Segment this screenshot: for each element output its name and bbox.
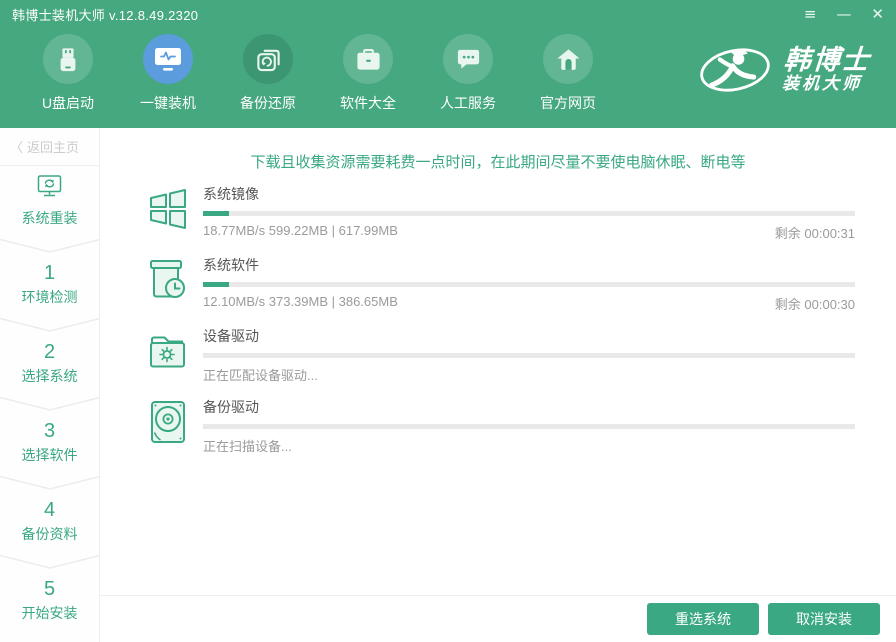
nav-label: U盘启动 xyxy=(42,93,94,113)
nav-item-human-support[interactable]: 人工服务 xyxy=(418,28,518,113)
nav-item-usb-boot[interactable]: U盘启动 xyxy=(18,28,118,113)
hard-drive-icon xyxy=(148,397,188,455)
nav-label: 软件大全 xyxy=(340,93,396,113)
download-notice: 下载且收集资源需要耗费一点时间，在此期间尽量不要使电脑休眠、断电等 xyxy=(100,151,896,172)
task-system-image: 系统镜像 18.77MB/s 599.22MB | 617.99MB 剩余 00… xyxy=(148,184,855,242)
nav-item-backup-restore[interactable]: 备份还原 xyxy=(218,28,318,113)
main-nav: U盘启动 一键装机 xyxy=(0,28,896,128)
app-window: 韩博士装机大师 v.12.8.49.2320 ≡ — ✕ U xyxy=(0,0,896,642)
window-controls: ≡ — ✕ xyxy=(804,7,884,22)
sidebar-step-start-install: 5 开始安装 xyxy=(0,578,99,623)
step-number: 5 xyxy=(0,578,99,600)
step-number: 1 xyxy=(0,262,99,284)
header: 韩博士装机大师 v.12.8.49.2320 ≡ — ✕ U xyxy=(0,0,896,128)
nav-label: 备份还原 xyxy=(240,93,296,113)
step-number: 3 xyxy=(0,420,99,442)
task-name: 系统软件 xyxy=(203,255,855,275)
task-backup-driver: 备份驱动 正在扫描设备... xyxy=(148,397,855,455)
task-system-software: 系统软件 12.10MB/s 373.39MB | 386.65MB 剩余 00… xyxy=(148,255,855,313)
progress-bar xyxy=(203,424,855,429)
task-name: 系统镜像 xyxy=(203,184,855,204)
progress-fill xyxy=(203,282,229,287)
titlebar: 韩博士装机大师 v.12.8.49.2320 ≡ — ✕ xyxy=(0,0,896,28)
chat-bubble-icon xyxy=(443,34,493,84)
sidebar-item-system-reinstall: 系统重装 xyxy=(0,166,99,228)
task-time-remaining: 剩余 00:00:30 xyxy=(775,294,855,313)
menu-icon[interactable]: ≡ xyxy=(804,7,817,22)
sidebar-step-select-system: 2 选择系统 xyxy=(0,341,99,386)
briefcase-icon xyxy=(343,34,393,84)
nav-item-official-website[interactable]: 官方网页 xyxy=(518,28,618,113)
monitor-refresh-icon xyxy=(36,174,63,199)
nav-item-software-collection[interactable]: 软件大全 xyxy=(318,28,418,113)
sidebar-step-backup-data: 4 备份资料 xyxy=(0,499,99,544)
task-speed-size: 12.10MB/s 373.39MB | 386.65MB xyxy=(203,294,398,313)
sidebar-item-label: 系统重装 xyxy=(0,208,99,228)
monitor-pulse-icon xyxy=(143,34,193,84)
progress-bar xyxy=(203,282,855,287)
download-task-list: 系统镜像 18.77MB/s 599.22MB | 617.99MB 剩余 00… xyxy=(100,172,896,595)
nav-label: 人工服务 xyxy=(440,93,496,113)
usb-drive-icon xyxy=(43,34,93,84)
brand-logo-icon xyxy=(695,42,775,98)
step-label: 选择软件 xyxy=(0,445,99,465)
package-clock-icon xyxy=(148,255,188,313)
brand-subtitle: 装机大师 xyxy=(781,74,869,94)
back-home-label: 返回主页 xyxy=(27,137,79,156)
home-icon xyxy=(543,34,593,84)
step-label: 备份资料 xyxy=(0,524,99,544)
step-label: 开始安装 xyxy=(0,603,99,623)
step-number: 2 xyxy=(0,341,99,363)
task-name: 设备驱动 xyxy=(203,326,855,346)
backup-restore-icon xyxy=(243,34,293,84)
back-home-button[interactable]: 〈 返回主页 xyxy=(0,128,99,166)
brand-logo: 韩博士 装机大师 xyxy=(695,42,870,98)
chevron-down-separator xyxy=(0,396,100,412)
nav-label: 官方网页 xyxy=(540,93,596,113)
window-title: 韩博士装机大师 v.12.8.49.2320 xyxy=(12,5,198,24)
step-number: 4 xyxy=(0,499,99,521)
sidebar-step-select-software: 3 选择软件 xyxy=(0,420,99,465)
sidebar-step-env-check: 1 环境检测 xyxy=(0,262,99,307)
task-name: 备份驱动 xyxy=(203,397,855,417)
minimize-icon[interactable]: — xyxy=(836,7,851,22)
task-time-remaining: 剩余 00:00:31 xyxy=(775,223,855,242)
driver-folder-icon xyxy=(148,326,188,384)
footer: 重选系统 取消安装 xyxy=(100,595,896,642)
progress-fill xyxy=(203,211,229,216)
step-label: 环境检测 xyxy=(0,287,99,307)
task-speed-size: 18.77MB/s 599.22MB | 617.99MB xyxy=(203,223,398,242)
chevron-down-separator xyxy=(0,238,100,254)
sidebar: 〈 返回主页 系统重装 xyxy=(0,128,100,642)
step-label: 选择系统 xyxy=(0,366,99,386)
main-content: 下载且收集资源需要耗费一点时间，在此期间尽量不要使电脑休眠、断电等 xyxy=(100,128,896,642)
task-status: 正在匹配设备驱动... xyxy=(203,365,318,384)
brand-logo-text: 韩博士 装机大师 xyxy=(781,46,871,95)
chevron-down-separator xyxy=(0,554,100,570)
progress-bar xyxy=(203,353,855,358)
chevron-down-separator xyxy=(0,317,100,333)
close-icon[interactable]: ✕ xyxy=(871,7,884,22)
chevron-left-icon: 〈 xyxy=(10,137,23,156)
task-status: 正在扫描设备... xyxy=(203,436,292,455)
task-device-driver: 设备驱动 正在匹配设备驱动... xyxy=(148,326,855,384)
reselect-system-button[interactable]: 重选系统 xyxy=(647,603,759,635)
brand-name: 韩博士 xyxy=(783,46,872,74)
nav-label: 一键装机 xyxy=(140,93,196,113)
chevron-down-separator xyxy=(0,475,100,491)
progress-bar xyxy=(203,211,855,216)
windows-logo-icon xyxy=(148,184,188,242)
nav-item-one-key-install[interactable]: 一键装机 xyxy=(118,28,218,113)
cancel-install-button[interactable]: 取消安装 xyxy=(768,603,880,635)
